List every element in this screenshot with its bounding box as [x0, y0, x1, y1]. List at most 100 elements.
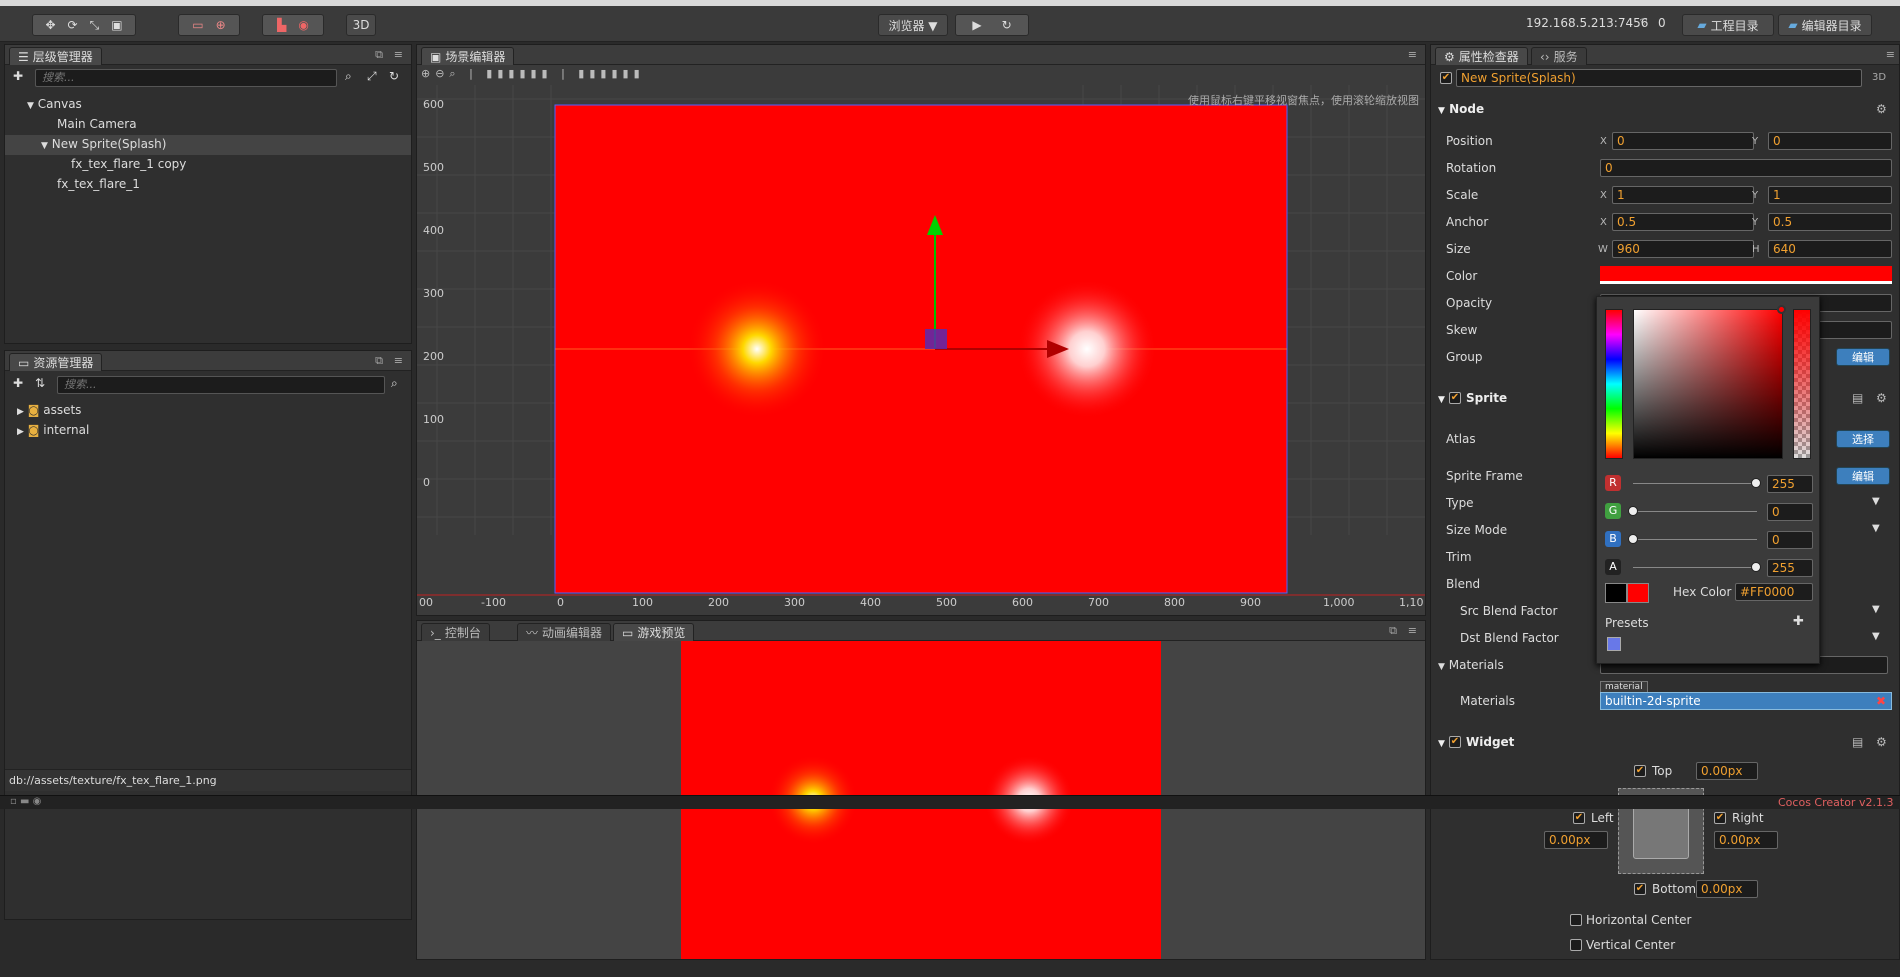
local-icon[interactable]: ⊕ — [216, 18, 226, 32]
tab-hierarchy[interactable]: ☰ 层级管理器 — [9, 47, 102, 65]
dropdown-arrow-icon[interactable]: ▼ — [1872, 604, 1880, 615]
sprite-enabled-checkbox[interactable]: ✔ — [1449, 392, 1461, 404]
tree-node-new-sprite[interactable]: ▼ New Sprite(Splash) — [41, 137, 166, 151]
g-slider[interactable] — [1633, 511, 1757, 512]
r-slider-thumb[interactable] — [1751, 478, 1761, 488]
add-preset-icon[interactable]: ✚ — [1793, 614, 1804, 629]
asset-item-assets[interactable]: ▶ ◙ assets — [17, 403, 81, 417]
help-icon[interactable]: ▤ — [1852, 391, 1863, 405]
g-slider-thumb[interactable] — [1628, 506, 1638, 516]
widget-enabled-checkbox[interactable]: ✔ — [1449, 736, 1461, 748]
refresh-icon[interactable]: ↻ — [389, 69, 399, 83]
menu-icon[interactable]: ≡ — [1408, 48, 1417, 61]
dropdown-arrow-icon[interactable]: ▼ — [1872, 496, 1880, 507]
tab-assets[interactable]: ▭ 资源管理器 — [9, 353, 103, 371]
a-input[interactable]: 255 — [1767, 559, 1813, 577]
left-checkbox[interactable]: ✔ — [1573, 812, 1585, 824]
gear-icon[interactable]: ⚙ — [1876, 391, 1887, 405]
tab-scene[interactable]: ▣ 场景编辑器 — [421, 47, 515, 65]
sprite-section-header[interactable]: ▼ — [1438, 391, 1445, 405]
hue-slider[interactable] — [1605, 309, 1623, 459]
left-input[interactable]: 0.00px — [1544, 831, 1608, 849]
maximize-icon[interactable]: ⧉ — [1389, 624, 1397, 638]
hex-color-input[interactable]: #FF0000 — [1735, 583, 1813, 601]
search-icon[interactable]: ⌕ — [391, 376, 398, 391]
node-active-checkbox[interactable]: ✔ — [1440, 72, 1452, 84]
scale-tool-icon[interactable]: ⤡ — [90, 18, 100, 33]
position-y-input[interactable]: 0 — [1768, 132, 1892, 150]
gizmo-icon[interactable]: ◉ — [298, 18, 308, 32]
dropdown-arrow-icon[interactable]: ▼ — [1872, 523, 1880, 534]
a-slider-thumb[interactable] — [1751, 562, 1761, 572]
current-color-swatch[interactable] — [1627, 583, 1649, 603]
hierarchy-search-input[interactable]: 搜索... — [35, 69, 337, 87]
bottom-checkbox[interactable]: ✔ — [1634, 883, 1646, 895]
move-handle[interactable] — [925, 329, 947, 349]
menu-icon[interactable]: ≡ — [1408, 624, 1417, 637]
dropdown-arrow-icon[interactable]: ▼ — [1872, 631, 1880, 642]
tab-game-preview[interactable]: ▭ 游戏预览 — [613, 623, 695, 641]
add-asset-icon[interactable]: ✚ — [13, 376, 23, 390]
alpha-slider[interactable] — [1793, 309, 1811, 459]
preview-platform-select[interactable]: 浏览器 ▼ — [878, 14, 948, 36]
move-tool-icon[interactable]: ✥ — [45, 18, 55, 32]
tree-node-canvas[interactable]: ▼ Canvas — [27, 97, 82, 111]
locate-icon[interactable]: ⤢ — [367, 69, 377, 84]
anchor-y-input[interactable]: 0.5 — [1768, 213, 1892, 231]
menu-icon[interactable]: ≡ — [394, 48, 403, 61]
gear-icon[interactable]: ⚙ — [1876, 102, 1887, 116]
color-picker-popup[interactable]: R 255 G 0 B 0 A 255 Hex Color #FF0000 Pr… — [1596, 296, 1820, 664]
maximize-icon[interactable]: ⧉ — [375, 48, 383, 62]
saturation-value-area[interactable] — [1633, 309, 1783, 459]
search-icon[interactable]: ⌕ — [345, 69, 352, 84]
tab-services[interactable]: ‹› 服务 — [1531, 47, 1587, 65]
ip-address[interactable]: 192.168.5.213:7456 — [1526, 16, 1648, 30]
top-checkbox[interactable]: ✔ — [1634, 765, 1646, 777]
bottom-input[interactable]: 0.00px — [1696, 880, 1758, 898]
scene-viewport[interactable] — [417, 85, 1425, 615]
expand-arrow-icon[interactable]: ▼ — [27, 101, 34, 111]
rotation-input[interactable]: 0 — [1600, 159, 1892, 177]
previous-color-swatch[interactable] — [1605, 583, 1627, 603]
scale-y-input[interactable]: 1 — [1768, 186, 1892, 204]
anchor-x-input[interactable]: 0.5 — [1612, 213, 1754, 231]
tree-node-flare[interactable]: fx_tex_flare_1 — [57, 177, 140, 191]
node-name-input[interactable]: New Sprite(Splash) — [1456, 69, 1862, 87]
remove-material-icon[interactable]: ✖ — [1876, 694, 1886, 708]
size-w-input[interactable]: 960 — [1612, 240, 1754, 258]
align-toolbar[interactable]: ⊕⊖⌕ | ▮▮▮▮▮▮ | ▮▮▮▮▮▮ — [421, 67, 645, 81]
right-checkbox[interactable]: ✔ — [1714, 812, 1726, 824]
materials-section-header[interactable]: ▼ Materials — [1438, 658, 1504, 672]
help-icon[interactable]: ▤ — [1852, 735, 1863, 749]
vcenter-checkbox[interactable] — [1570, 939, 1582, 951]
top-input[interactable]: 0.00px — [1696, 762, 1758, 780]
gear-icon[interactable]: ⚙ — [1876, 735, 1887, 749]
r-input[interactable]: 255 — [1767, 475, 1813, 493]
r-slider[interactable] — [1633, 483, 1757, 484]
tree-node-flare-copy[interactable]: fx_tex_flare_1 copy — [71, 157, 186, 171]
project-dir-button[interactable]: ▰ 工程目录 — [1682, 14, 1774, 36]
right-input[interactable]: 0.00px — [1714, 831, 1778, 849]
preset-swatch[interactable] — [1607, 637, 1621, 651]
atlas-select-button[interactable]: 选择 — [1836, 430, 1890, 448]
b-input[interactable]: 0 — [1767, 531, 1813, 549]
add-node-icon[interactable]: ✚ — [13, 69, 23, 83]
rect-tool-icon[interactable]: ▣ — [111, 18, 122, 32]
sprite-frame-edit-button[interactable]: 编辑 — [1836, 467, 1890, 485]
editor-dir-button[interactable]: ▰ 编辑器目录 — [1778, 14, 1872, 36]
size-h-input[interactable]: 640 — [1768, 240, 1892, 258]
color-swatch[interactable] — [1600, 266, 1892, 284]
menu-icon[interactable]: ≡ — [394, 354, 403, 367]
maximize-icon[interactable]: ⧉ — [375, 354, 383, 368]
refresh-icon[interactable]: ↻ — [1002, 18, 1012, 32]
b-slider[interactable] — [1633, 539, 1757, 540]
widget-section-header[interactable]: ▼ — [1438, 735, 1445, 749]
collapse-arrow-icon[interactable]: ▶ — [17, 427, 24, 437]
menu-icon[interactable]: ≡ — [1886, 48, 1895, 61]
expand-arrow-icon[interactable]: ▼ — [41, 141, 48, 151]
play-icon[interactable]: ▶ — [972, 18, 981, 32]
rotate-tool-icon[interactable]: ⟳ — [68, 18, 78, 32]
badge-3d[interactable]: 3D — [1872, 72, 1886, 83]
scale-x-input[interactable]: 1 — [1612, 186, 1754, 204]
status-icons[interactable]: ▫ ▬ ◉ — [10, 796, 41, 807]
